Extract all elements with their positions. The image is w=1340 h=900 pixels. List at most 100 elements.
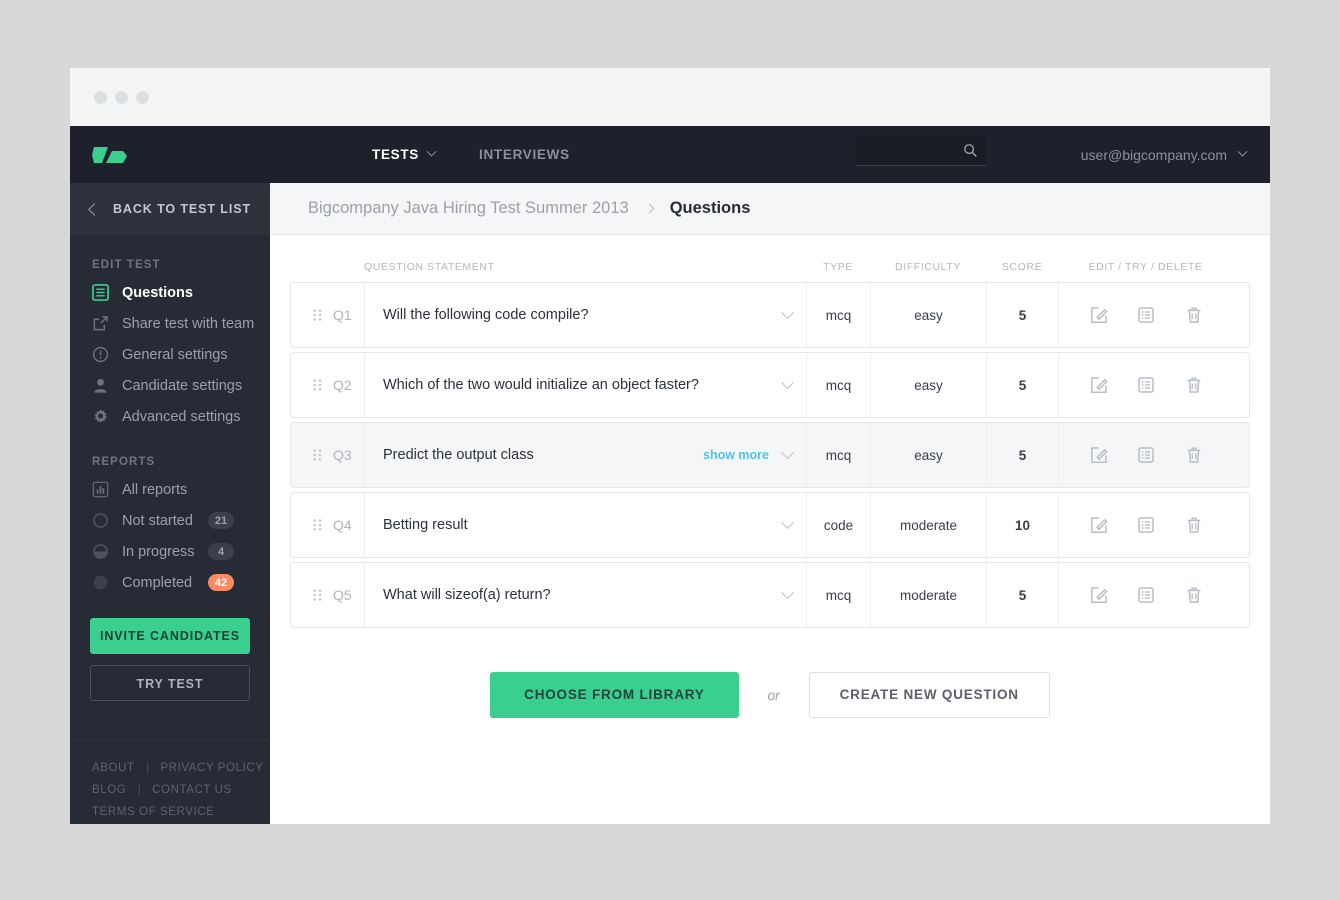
drag-handle-icon[interactable] bbox=[313, 379, 322, 391]
row-statement-cell[interactable]: Will the following code compile? bbox=[365, 283, 807, 347]
column-header-difficulty: DIFFICULTY bbox=[895, 261, 961, 273]
user-menu[interactable]: user@bigcompany.com bbox=[1081, 146, 1248, 163]
window-dot-maximize[interactable] bbox=[136, 90, 149, 104]
table-row[interactable]: Q2 Which of the two would initialize an o… bbox=[290, 352, 1250, 418]
delete-icon[interactable] bbox=[1184, 445, 1204, 465]
footer-row-2: BLOG | CONTACT US bbox=[92, 780, 270, 798]
window-dot-minimize[interactable] bbox=[115, 90, 128, 104]
sidebar-footer: ABOUT | PRIVACY POLICY BLOG | CONTACT US… bbox=[70, 739, 270, 824]
sidebar-item-questions[interactable]: Questions bbox=[70, 277, 270, 308]
nav-tab-tests[interactable]: TESTS bbox=[372, 146, 437, 162]
sidebar-item-candidate-settings[interactable]: Candidate settings bbox=[70, 370, 270, 401]
table-row[interactable]: Q1 Will the following code compile? mcq eas… bbox=[290, 282, 1250, 348]
drag-handle-icon[interactable] bbox=[313, 309, 322, 321]
row-statement-cell[interactable]: Predict the output class show more bbox=[365, 423, 807, 487]
sidebar-item-label: Advanced settings bbox=[122, 408, 241, 425]
try-icon[interactable] bbox=[1136, 585, 1156, 605]
top-navigation-bar: TESTS INTERVIEWS user@bigcompany.com bbox=[70, 126, 1270, 183]
table-row[interactable]: Q4 Betting result code moderate 10 bbox=[290, 492, 1250, 558]
circle-full-icon bbox=[93, 575, 108, 590]
delete-icon[interactable] bbox=[1184, 375, 1204, 395]
row-drag-cell[interactable]: Q4 bbox=[291, 493, 365, 557]
edit-icon[interactable] bbox=[1089, 445, 1109, 465]
chevron-down-icon[interactable] bbox=[781, 445, 794, 459]
window-dot-close[interactable] bbox=[94, 90, 107, 104]
footer-link-blog[interactable]: BLOG bbox=[92, 784, 126, 796]
sidebar-item-general-settings[interactable]: General settings bbox=[70, 339, 270, 370]
table-body: Q1 Will the following code compile? mcq eas… bbox=[290, 282, 1250, 628]
question-actions: CHOOSE FROM LIBRARY or CREATE NEW QUESTI… bbox=[270, 672, 1270, 718]
footer-link-privacy-policy[interactable]: PRIVACY POLICY bbox=[160, 762, 263, 774]
footer-separator: | bbox=[146, 762, 149, 774]
row-drag-cell[interactable]: Q5 bbox=[291, 563, 365, 627]
row-statement-cell[interactable]: Betting result bbox=[365, 493, 807, 557]
footer-link-about[interactable]: ABOUT bbox=[92, 762, 135, 774]
chevron-down-icon[interactable] bbox=[781, 305, 794, 319]
delete-icon[interactable] bbox=[1184, 305, 1204, 325]
sidebar-item-label: Share test with team bbox=[122, 315, 255, 332]
edit-icon[interactable] bbox=[1089, 585, 1109, 605]
try-icon[interactable] bbox=[1136, 375, 1156, 395]
row-drag-cell[interactable]: Q1 bbox=[291, 283, 365, 347]
row-type-cell: mcq bbox=[807, 423, 871, 487]
try-test-button[interactable]: TRY TEST bbox=[90, 665, 250, 701]
edit-icon[interactable] bbox=[1089, 515, 1109, 535]
row-question-id: Q1 bbox=[333, 307, 352, 323]
nav-tab-interviews[interactable]: INTERVIEWS bbox=[479, 147, 570, 162]
try-icon[interactable] bbox=[1136, 445, 1156, 465]
table-row[interactable]: Q3 Predict the output class show more mcq ea… bbox=[290, 422, 1250, 488]
footer-link-terms-of-service[interactable]: TERMS OF SERVICE bbox=[92, 806, 215, 818]
search-input[interactable] bbox=[856, 136, 964, 165]
sidebar-item-share-test[interactable]: Share test with team bbox=[70, 308, 270, 339]
row-type-cell: mcq bbox=[807, 353, 871, 417]
questions-table: QUESTION STATEMENT TYPE DIFFICULTY SCORE… bbox=[270, 235, 1270, 628]
back-to-test-list-button[interactable]: BACK TO TEST LIST bbox=[70, 183, 270, 235]
row-statement-cell[interactable]: What will sizeof(a) return? bbox=[365, 563, 807, 627]
footer-row-1: ABOUT | PRIVACY POLICY bbox=[92, 758, 270, 776]
edit-icon[interactable] bbox=[1089, 305, 1109, 325]
sidebar-item-label: General settings bbox=[122, 346, 228, 363]
drag-handle-icon[interactable] bbox=[313, 519, 322, 531]
invite-candidates-button[interactable]: INVITE CANDIDATES bbox=[90, 618, 250, 654]
sidebar-item-advanced-settings[interactable]: Advanced settings bbox=[70, 401, 270, 432]
nav-tab-tests-label: TESTS bbox=[372, 147, 420, 162]
row-drag-cell[interactable]: Q2 bbox=[291, 353, 365, 417]
row-actions-cell bbox=[1059, 423, 1234, 487]
sidebar-item-all-reports[interactable]: All reports bbox=[70, 474, 270, 505]
drag-handle-icon[interactable] bbox=[313, 449, 322, 461]
brand-logo[interactable] bbox=[70, 143, 270, 167]
row-difficulty-cell: easy bbox=[871, 423, 987, 487]
drag-handle-icon[interactable] bbox=[313, 589, 322, 601]
nav-tab-interviews-label: INTERVIEWS bbox=[479, 147, 570, 162]
search-box[interactable] bbox=[856, 136, 986, 166]
create-new-question-button[interactable]: CREATE NEW QUESTION bbox=[808, 672, 1050, 718]
brand-logo-icon bbox=[92, 146, 127, 163]
sidebar-item-label: Completed bbox=[122, 574, 193, 591]
row-statement-cell[interactable]: Which of the two would initialize an obj… bbox=[365, 353, 807, 417]
breadcrumb-parent[interactable]: Bigcompany Java Hiring Test Summer 2013 bbox=[308, 199, 629, 218]
chevron-down-icon bbox=[1237, 146, 1248, 157]
page-body: BACK TO TEST LIST EDIT TEST Questions Sh… bbox=[70, 183, 1270, 824]
table-row[interactable]: Q5 What will sizeof(a) return? mcq moderate… bbox=[290, 562, 1250, 628]
delete-icon[interactable] bbox=[1184, 515, 1204, 535]
delete-icon[interactable] bbox=[1184, 585, 1204, 605]
footer-separator: | bbox=[137, 784, 141, 796]
chevron-down-icon bbox=[426, 146, 437, 157]
sidebar-item-in-progress[interactable]: In progress 4 bbox=[70, 536, 270, 567]
footer-link-contact-us[interactable]: CONTACT US bbox=[152, 784, 232, 796]
browser-window: TESTS INTERVIEWS user@bigcompany.com BAC… bbox=[70, 68, 1270, 824]
try-icon[interactable] bbox=[1136, 305, 1156, 325]
chevron-down-icon[interactable] bbox=[781, 585, 794, 599]
search-icon[interactable] bbox=[963, 143, 978, 158]
row-score-cell: 5 bbox=[987, 563, 1059, 627]
row-score-cell: 5 bbox=[987, 353, 1059, 417]
show-more-link[interactable]: show more bbox=[703, 448, 769, 462]
sidebar-item-not-started[interactable]: Not started 21 bbox=[70, 505, 270, 536]
chevron-down-icon[interactable] bbox=[781, 375, 794, 389]
sidebar-item-completed[interactable]: Completed 42 bbox=[70, 567, 270, 598]
chevron-down-icon[interactable] bbox=[781, 515, 794, 529]
try-icon[interactable] bbox=[1136, 515, 1156, 535]
choose-from-library-button[interactable]: CHOOSE FROM LIBRARY bbox=[490, 672, 739, 718]
row-drag-cell[interactable]: Q3 bbox=[291, 423, 365, 487]
edit-icon[interactable] bbox=[1089, 375, 1109, 395]
